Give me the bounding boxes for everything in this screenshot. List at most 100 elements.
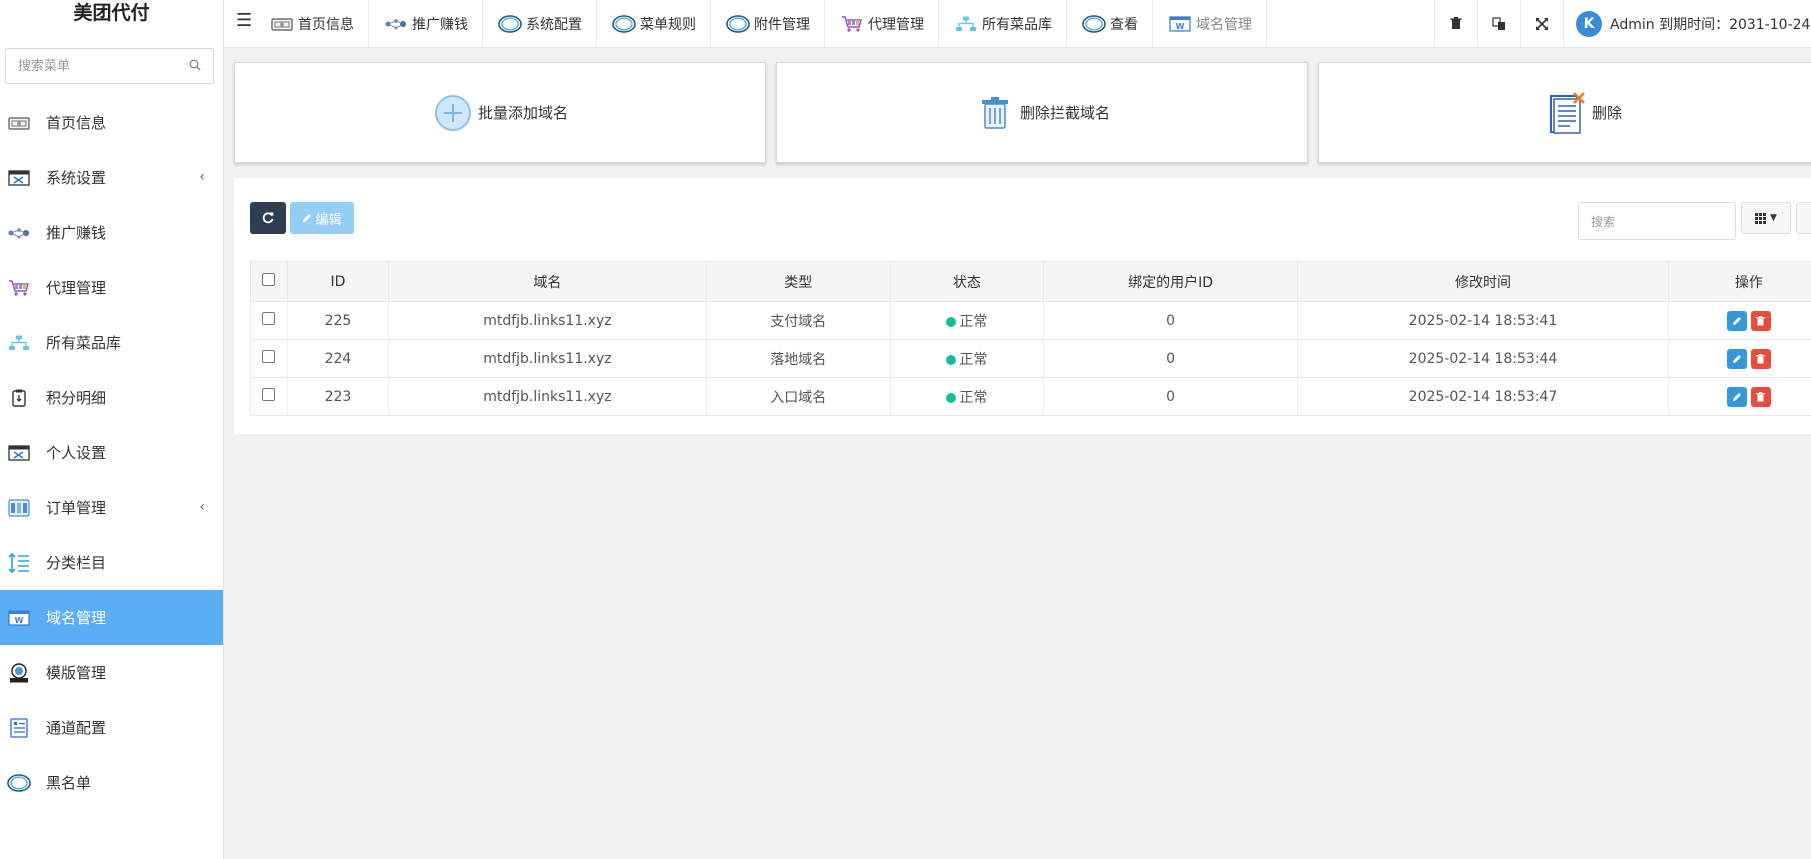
cell-id: 223 bbox=[286, 377, 390, 416]
trash-icon bbox=[1756, 391, 1766, 401]
sidebar-item[interactable]: 所有菜品库 bbox=[0, 315, 223, 370]
cell-id: 224 bbox=[286, 339, 390, 378]
row-edit-button[interactable] bbox=[1726, 348, 1747, 369]
cell-status: 正常 bbox=[889, 301, 1044, 340]
row-delete-button[interactable] bbox=[1750, 348, 1771, 369]
refresh-button[interactable] bbox=[250, 202, 286, 234]
page-tab[interactable]: 菜单规则 bbox=[597, 0, 711, 47]
www-icon: W bbox=[6, 607, 32, 629]
ring-icon bbox=[6, 772, 32, 794]
menu-search[interactable] bbox=[5, 48, 214, 84]
row-checkbox[interactable] bbox=[262, 312, 276, 325]
user-menu[interactable]: K Admin 到期时间：2031-10-24 bbox=[1563, 0, 1810, 47]
table-row: 224 mtdfjb.links11.xyz 落地域名 正常 0 2025-02-14 1… bbox=[250, 339, 1811, 378]
pencil-icon bbox=[303, 214, 312, 222]
cell-domain: mtdfjb.links11.xyz bbox=[388, 339, 707, 378]
page-tab-label: 系统配置 bbox=[526, 16, 582, 33]
search-icon[interactable] bbox=[189, 59, 201, 71]
sidebar-item-label: 首页信息 bbox=[46, 114, 107, 132]
html-globe-icon bbox=[6, 662, 32, 684]
sidebar-item[interactable]: 分类栏目 bbox=[0, 535, 223, 590]
cell-actions bbox=[1667, 377, 1811, 416]
trash-icon bbox=[974, 90, 1016, 136]
page-tab-label: 域名管理 bbox=[1196, 16, 1252, 33]
page-tab[interactable]: 所有菜品库 bbox=[939, 0, 1067, 47]
cell-actions bbox=[1667, 339, 1811, 378]
table-body: 225 mtdfjb.links11.xyz 支付域名 正常 0 2025-02-14 1… bbox=[250, 301, 1811, 416]
fullscreen-button[interactable] bbox=[1520, 0, 1563, 47]
page-tab[interactable]: 查看 bbox=[1067, 0, 1153, 47]
sidebar-item[interactable]: 首页信息 bbox=[0, 95, 223, 150]
avatar: K bbox=[1576, 10, 1602, 37]
sidebar: 美团代付 首页信息系统设置 ‹ 推广赚钱代理管理所有菜品库积分明细个人设置订单管理 ‹… bbox=[0, 0, 224, 859]
action-card[interactable]: 删除 bbox=[1318, 62, 1811, 163]
sidebar-item-label: 所有菜品库 bbox=[46, 334, 122, 352]
edit-button-label: 编辑 bbox=[315, 212, 342, 228]
column-header[interactable]: 域名 bbox=[388, 261, 707, 302]
row-edit-button[interactable] bbox=[1726, 310, 1747, 331]
action-card[interactable]: 删除拦截域名 bbox=[776, 62, 1308, 163]
cell-modified-time: 2025-02-14 18:53:47 bbox=[1297, 377, 1669, 416]
column-header[interactable]: 类型 bbox=[705, 261, 891, 302]
row-delete-button[interactable] bbox=[1750, 386, 1771, 407]
edit-button[interactable]: 编辑 bbox=[290, 202, 354, 234]
clear-cache-button[interactable] bbox=[1434, 0, 1477, 47]
page-tab[interactable]: 附件管理 bbox=[711, 0, 825, 47]
cell-modified-time: 2025-02-14 18:53:41 bbox=[1297, 301, 1669, 340]
status-text: 正常 bbox=[959, 351, 988, 368]
ring-icon bbox=[611, 14, 637, 34]
sidebar-menu: 首页信息 系统设置 ‹ 推广赚钱 代理管理 所有菜品库 积分明细 个人设置 订单管理 ‹ 分类栏目 W… bbox=[0, 95, 223, 810]
sidebar-item[interactable]: 积分明细 bbox=[0, 370, 223, 425]
columns-toggle-button[interactable]: ▼ bbox=[1741, 202, 1791, 234]
column-header[interactable]: 操作 bbox=[1667, 261, 1811, 302]
sidebar-item[interactable]: W 域名管理 bbox=[0, 590, 223, 645]
column-header[interactable]: 修改时间 bbox=[1297, 261, 1669, 302]
sidebar-item[interactable]: 系统设置 ‹ bbox=[0, 150, 223, 205]
page-tab[interactable]: 系统配置 bbox=[483, 0, 597, 47]
column-header[interactable]: 状态 bbox=[889, 261, 1044, 302]
row-checkbox[interactable] bbox=[262, 388, 276, 401]
page-tab[interactable]: 推广赚钱 bbox=[369, 0, 483, 47]
page-tab-label: 推广赚钱 bbox=[412, 16, 468, 33]
page-tab[interactable]: 代理管理 bbox=[825, 0, 939, 47]
row-edit-button[interactable] bbox=[1726, 386, 1747, 407]
column-header[interactable]: 绑定的用户ID bbox=[1042, 261, 1299, 302]
row-select-cell bbox=[250, 339, 288, 378]
cash-icon bbox=[6, 112, 32, 134]
sidebar-item[interactable]: 推广赚钱 bbox=[0, 205, 223, 260]
action-card-label: 批量添加域名 bbox=[477, 104, 568, 122]
row-delete-button[interactable] bbox=[1750, 310, 1771, 331]
pencil-icon bbox=[1732, 354, 1741, 363]
page-tab[interactable]: 首页信息 bbox=[269, 0, 369, 47]
menu-toggle-icon[interactable]: ☰ bbox=[236, 10, 252, 31]
cell-type: 落地域名 bbox=[705, 339, 891, 378]
caret-down-icon: ▼ bbox=[1770, 213, 1777, 223]
top-tools: K Admin 到期时间：2031-10-24 bbox=[1434, 0, 1810, 47]
page-tab[interactable]: W 域名管理 bbox=[1153, 0, 1267, 47]
sidebar-item[interactable]: 模版管理 bbox=[0, 645, 223, 700]
menu-search-input[interactable] bbox=[6, 49, 176, 83]
sidebar-item-label: 代理管理 bbox=[46, 279, 107, 297]
table-header-row: ID 域名 类型 状态 绑定的用户ID 修改时间 操作 bbox=[250, 261, 1811, 302]
export-button[interactable] bbox=[1796, 202, 1811, 234]
sidebar-item[interactable]: 代理管理 bbox=[0, 260, 223, 315]
translate-button[interactable] bbox=[1477, 0, 1520, 47]
cell-status: 正常 bbox=[889, 377, 1044, 416]
sidebar-item-label: 推广赚钱 bbox=[46, 224, 107, 242]
ring-icon bbox=[497, 14, 523, 34]
action-card[interactable]: 批量添加域名 bbox=[234, 62, 766, 163]
expand-icon bbox=[1536, 17, 1548, 30]
sidebar-item[interactable]: 通道配置 bbox=[0, 700, 223, 755]
sidebar-item[interactable]: 黑名单 bbox=[0, 755, 223, 810]
cash-icon bbox=[269, 14, 295, 34]
table-search-input[interactable]: 搜索 bbox=[1578, 202, 1736, 240]
cell-modified-time: 2025-02-14 18:53:44 bbox=[1297, 339, 1669, 378]
cell-status: 正常 bbox=[889, 339, 1044, 378]
sidebar-item-label: 系统设置 bbox=[46, 169, 107, 187]
column-header[interactable]: ID bbox=[286, 261, 390, 302]
row-checkbox[interactable] bbox=[262, 350, 276, 363]
sidebar-item[interactable]: 订单管理 ‹ bbox=[0, 480, 223, 535]
select-all-checkbox[interactable] bbox=[262, 273, 276, 286]
sidebar-item-label: 模版管理 bbox=[46, 664, 107, 682]
sidebar-item[interactable]: 个人设置 bbox=[0, 425, 223, 480]
